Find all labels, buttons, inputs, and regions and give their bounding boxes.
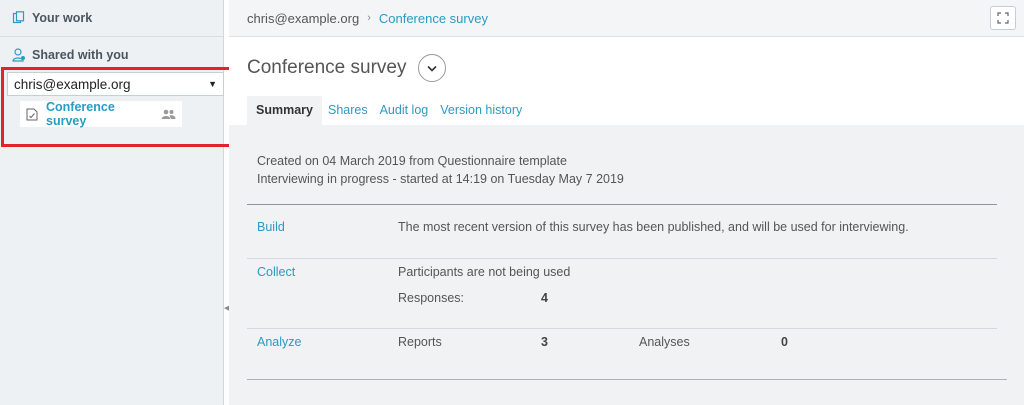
- account-select[interactable]: chris@example.org ▼: [7, 72, 224, 96]
- survey-menu-button[interactable]: [418, 54, 447, 82]
- status-info: Interviewing in progress - started at 14…: [257, 172, 624, 186]
- breadcrumb-root[interactable]: chris@example.org: [247, 11, 359, 26]
- analyze-link[interactable]: Analyze: [257, 335, 301, 349]
- breadcrumb-current[interactable]: Conference survey: [379, 11, 488, 26]
- participants-text: Participants are not being used: [398, 265, 571, 279]
- sidebar-item-label: Shared with you: [32, 48, 129, 62]
- title-row: Conference survey: [247, 54, 447, 82]
- survey-meta: Created on 04 March 2019 from Questionna…: [257, 152, 624, 188]
- summary-panel: Created on 04 March 2019 from Questionna…: [229, 125, 1024, 405]
- sidebar: Your work Shared with you: [0, 0, 224, 405]
- sidebar-survey-item[interactable]: Conference survey: [20, 100, 182, 128]
- tab-shares[interactable]: Shares: [322, 96, 374, 125]
- build-section: Build The most recent version of this su…: [247, 204, 997, 258]
- tab-bar: Summary Shares Audit log Version history: [247, 96, 528, 125]
- breadcrumb: chris@example.org › Conference survey: [229, 0, 1024, 37]
- tab-summary[interactable]: Summary: [247, 96, 322, 125]
- shared-people-icon: [161, 109, 176, 119]
- divider: [247, 379, 1007, 380]
- tab-version-history[interactable]: Version history: [434, 96, 528, 125]
- analyses-value: 0: [781, 335, 788, 349]
- reports-value: 3: [541, 335, 548, 349]
- build-link[interactable]: Build: [257, 220, 285, 234]
- sidebar-item-shared-with-you[interactable]: Shared with you: [0, 39, 223, 71]
- collect-section: Collect Participants are not being used …: [247, 258, 997, 328]
- shared-user-icon: [12, 48, 26, 62]
- chevron-right-icon: ›: [367, 12, 371, 24]
- collect-link[interactable]: Collect: [257, 265, 295, 279]
- survey-item-label: Conference survey: [46, 100, 115, 128]
- tab-audit-log[interactable]: Audit log: [374, 96, 435, 125]
- analyses-label: Analyses: [639, 335, 690, 349]
- expand-icon: [997, 12, 1009, 24]
- page-title: Conference survey: [247, 57, 407, 78]
- account-select-value: chris@example.org: [14, 76, 131, 92]
- sidebar-item-label: Your work: [32, 11, 93, 25]
- analyze-section: Analyze Reports 3 Analyses 0: [247, 328, 997, 368]
- document-icon: [26, 108, 38, 121]
- documents-icon: [12, 11, 26, 25]
- chevron-down-icon: [427, 65, 438, 72]
- caret-down-icon: ▼: [208, 79, 217, 89]
- sidebar-item-your-work[interactable]: Your work: [0, 0, 223, 37]
- created-info: Created on 04 March 2019 from Questionna…: [257, 154, 567, 168]
- build-status-text: The most recent version of this survey h…: [398, 220, 909, 234]
- reports-label: Reports: [398, 335, 442, 349]
- fullscreen-button[interactable]: [990, 6, 1016, 30]
- responses-label: Responses:: [398, 291, 465, 305]
- responses-value: 4: [541, 291, 548, 305]
- main-content: Conference survey Summary Shares Audit l…: [229, 38, 1024, 405]
